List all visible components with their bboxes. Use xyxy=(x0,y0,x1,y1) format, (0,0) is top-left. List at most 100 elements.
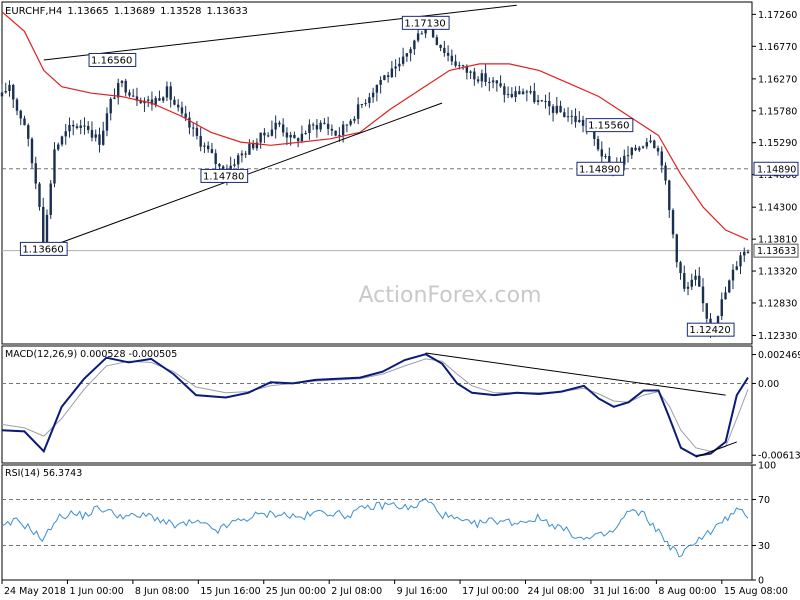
candle-body xyxy=(668,180,671,211)
candle-body xyxy=(176,104,180,108)
candle-body xyxy=(634,147,637,151)
candle-body xyxy=(375,84,379,93)
candle-body xyxy=(341,124,345,136)
candle-body xyxy=(641,146,645,148)
candle-body xyxy=(281,124,285,133)
candle-body xyxy=(218,163,221,167)
candle-body xyxy=(724,292,727,300)
price-axis-tick-label: 1.15780 xyxy=(758,106,797,117)
candle-body xyxy=(184,113,187,118)
macd-axis-tick-label: 0.002469 xyxy=(758,350,800,361)
candle-body xyxy=(581,119,585,126)
candle-body xyxy=(308,124,311,134)
candle-body xyxy=(649,140,652,143)
candle-body xyxy=(42,206,45,246)
candle-body xyxy=(510,93,514,98)
price-axis-tick-label: 1.15290 xyxy=(758,138,797,149)
candle-body xyxy=(98,134,101,145)
candle-body xyxy=(653,140,656,149)
candle-body xyxy=(469,71,472,73)
candle-body xyxy=(450,55,454,62)
candle-body xyxy=(480,73,484,82)
candle-body xyxy=(698,275,701,287)
candle-body xyxy=(503,86,506,95)
candle-body xyxy=(638,147,641,151)
candle-body xyxy=(439,44,442,48)
candle-body xyxy=(105,113,109,131)
candle-body xyxy=(368,97,371,104)
price-annotation-label: 1.12420 xyxy=(689,325,730,336)
candle-body xyxy=(158,98,161,101)
candle-body xyxy=(360,103,364,105)
candle-body xyxy=(705,303,708,319)
candle-body xyxy=(720,299,723,317)
candle-body xyxy=(173,99,176,105)
candle-body xyxy=(23,118,26,126)
candle-body xyxy=(401,56,405,64)
candle-body xyxy=(19,110,22,119)
candle-body xyxy=(690,279,693,287)
candle-body xyxy=(544,100,547,102)
candle-body xyxy=(746,251,750,253)
candle-body xyxy=(169,86,172,100)
candle-body xyxy=(694,275,697,280)
symbol-timeframe: EURCHF,H4 xyxy=(5,6,62,17)
candle-body xyxy=(293,134,296,139)
candle-body xyxy=(206,145,210,150)
candle-body xyxy=(596,138,600,150)
price-axis-tick-label: 1.12330 xyxy=(758,331,797,342)
candle-body xyxy=(473,71,476,80)
candle-body xyxy=(87,126,90,130)
x-axis-tick-label: 1 Jun 00:00 xyxy=(69,586,123,597)
candle-body xyxy=(390,68,394,77)
price-annotation-label: 1.14890 xyxy=(579,164,620,175)
candle-body xyxy=(233,164,236,166)
candle-body xyxy=(353,118,356,121)
candle-body xyxy=(431,29,435,38)
candle-body xyxy=(604,156,607,158)
candle-body xyxy=(626,155,630,157)
candle-body xyxy=(660,151,663,166)
price-axis-tick-label: 1.16270 xyxy=(758,74,797,85)
x-axis-tick-label: 24 Jul 08:00 xyxy=(528,586,585,597)
candle-body xyxy=(124,80,127,93)
candle-body xyxy=(120,80,124,84)
x-axis-tick-label: 24 May 2018 xyxy=(4,586,66,597)
candle-body xyxy=(435,37,439,45)
candle-body xyxy=(338,135,341,137)
macd-axis-tick-label: 0.00 xyxy=(758,379,779,390)
candle-body xyxy=(630,147,633,156)
price-axis-tick-label: 1.17260 xyxy=(758,10,797,21)
candle-body xyxy=(304,133,307,135)
candle-body xyxy=(214,153,217,164)
candle-body xyxy=(0,92,4,97)
rsi-axis-tick-label: 30 xyxy=(758,541,770,552)
candle-body xyxy=(68,124,71,132)
candle-body xyxy=(566,116,570,118)
candle-body xyxy=(274,122,277,130)
ohlc-value: 1.13528 xyxy=(160,6,201,17)
x-axis-tick-label: 31 Jul 16:00 xyxy=(593,586,650,597)
candle-body xyxy=(285,132,289,138)
price-chart-title: EURCHF,H4 1.13665 1.13689 1.13528 1.13633 xyxy=(5,6,248,17)
candle-body xyxy=(117,83,120,98)
watermark: ActionForex.com xyxy=(359,283,542,308)
candle-body xyxy=(533,91,536,103)
candle-body xyxy=(735,266,738,270)
candle-body xyxy=(199,135,202,147)
candle-body xyxy=(90,129,94,138)
price-annotation-label: 1.17130 xyxy=(404,18,445,29)
candle-body xyxy=(600,149,603,157)
candle-body xyxy=(356,104,360,119)
x-axis-tick-label: 15 Aug 08:00 xyxy=(724,586,788,597)
candle-body xyxy=(72,124,75,127)
candle-body xyxy=(57,144,60,150)
candle-body xyxy=(195,128,199,136)
candle-body xyxy=(499,83,502,87)
price-axis-tick-label: 1.14300 xyxy=(758,203,797,214)
candle-body xyxy=(728,280,731,293)
candle-body xyxy=(154,98,157,105)
price-annotation-label: 1.15560 xyxy=(588,121,629,132)
candle-body xyxy=(248,143,251,155)
candle-body xyxy=(675,234,678,263)
